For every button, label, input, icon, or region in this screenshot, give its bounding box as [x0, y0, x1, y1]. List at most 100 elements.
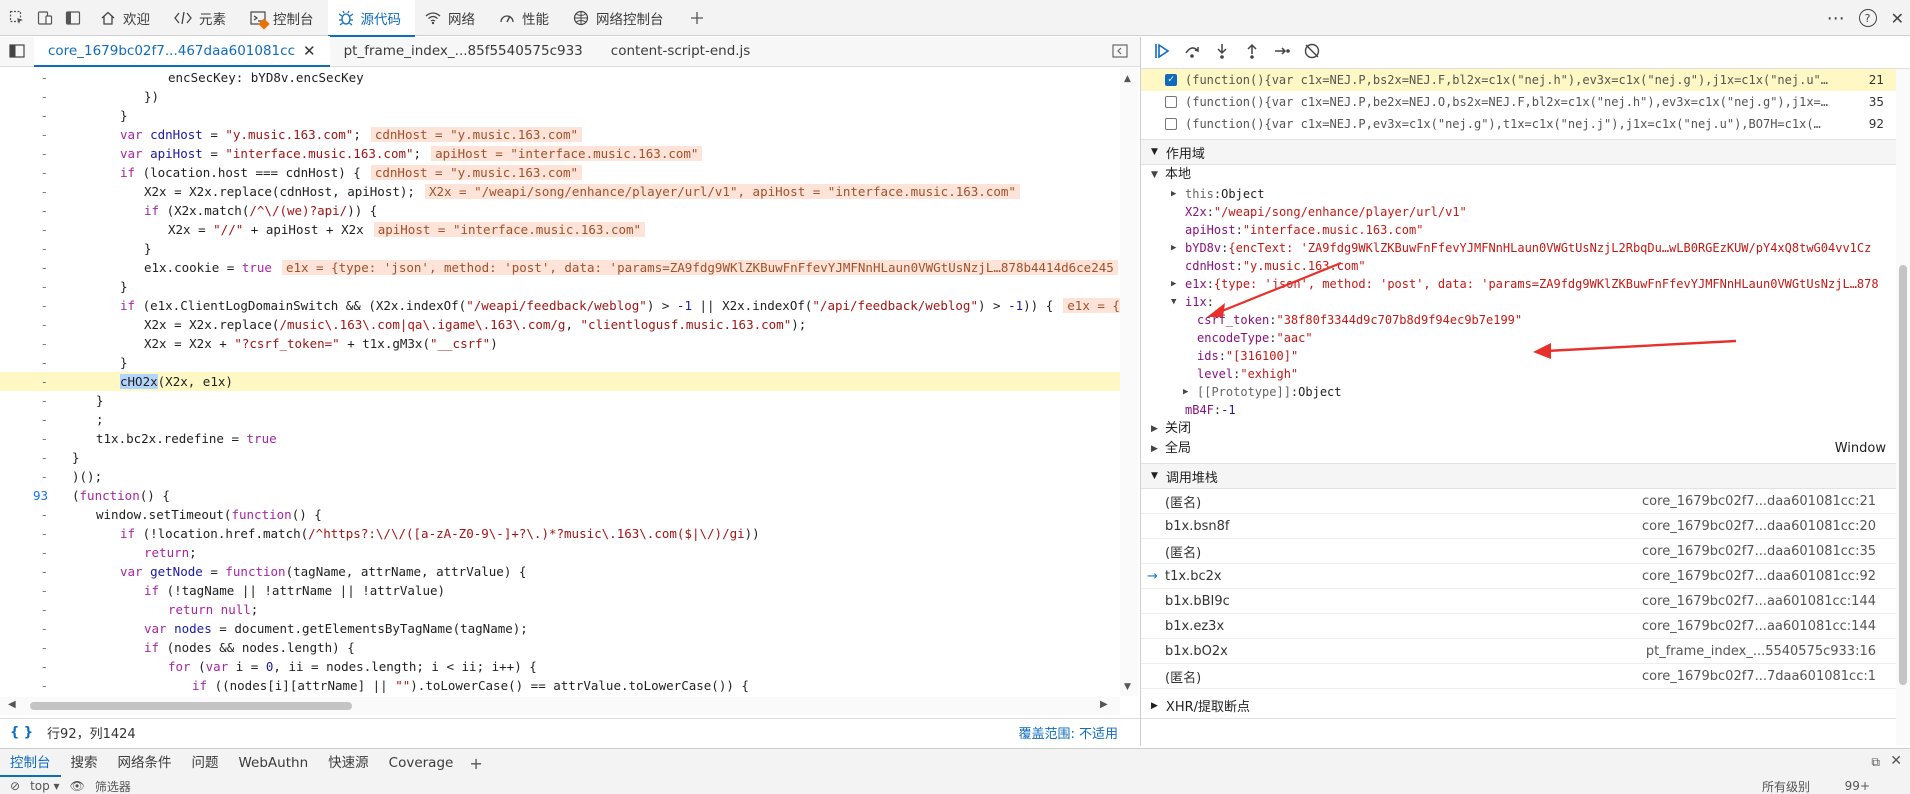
- code-line[interactable]: - X2x = X2x + "?csrf_token=" + t1x.gM3x("…: [0, 334, 1120, 353]
- frame-location[interactable]: core_1679bc02f7...daa601081cc:20: [1642, 519, 1876, 534]
- line-gutter[interactable]: -: [0, 277, 48, 296]
- log-levels-dropdown[interactable]: 所有级别: [1762, 778, 1810, 794]
- drawer-tab[interactable]: 网络条件: [108, 749, 182, 777]
- code-line[interactable]: - X2x = X2x.replace(/music\.163\.com|qa\.…: [0, 315, 1120, 334]
- line-gutter[interactable]: -: [0, 467, 48, 486]
- line-gutter[interactable]: -: [0, 581, 48, 600]
- scope-variable[interactable]: ▶ this: Object: [1141, 185, 1910, 203]
- scope-variable[interactable]: ▶ bYD8v: {encText: 'ZA9fdg9WKlZKBuwFnFfev…: [1141, 239, 1910, 257]
- code-line[interactable]: -}): [0, 87, 1120, 106]
- chevron-right-icon[interactable]: ▶: [1171, 239, 1185, 257]
- line-gutter[interactable]: -: [0, 676, 48, 695]
- scope-variable[interactable]: level: "exhigh": [1141, 365, 1910, 383]
- scope-local-group[interactable]: ▼ 本地: [1141, 165, 1910, 185]
- chevron-right-icon[interactable]: ▶: [1171, 185, 1185, 203]
- code-line[interactable]: - return;: [0, 543, 1120, 562]
- line-gutter[interactable]: -: [0, 163, 48, 182]
- scope-variable[interactable]: apiHost: "interface.music.163.com": [1141, 221, 1910, 239]
- add-tool-icon[interactable]: [686, 7, 708, 29]
- code-line[interactable]: - return null;: [0, 600, 1120, 619]
- callstack-frame[interactable]: b1x.ez3x core_1679bc02f7...aa601081cc:144: [1141, 614, 1910, 639]
- callstack-section-header[interactable]: ▼ 调用堆栈: [1141, 463, 1910, 489]
- drawer-tab[interactable]: Coverage: [379, 749, 464, 777]
- code-line[interactable]: - var apiHost = "interface.music.163.com"…: [0, 144, 1120, 163]
- code-line[interactable]: - if (location.host === cdnHost) {cdnHost…: [0, 163, 1120, 182]
- line-gutter[interactable]: -: [0, 201, 48, 220]
- frame-location[interactable]: core_1679bc02f7...aa601081cc:144: [1642, 594, 1876, 609]
- resume-icon[interactable]: [1153, 42, 1171, 63]
- code-editor[interactable]: - encSecKey: bYD8v.encSecKey -}) -} - var cdn…: [0, 68, 1120, 696]
- horizontal-scroll-thumb[interactable]: [30, 702, 352, 710]
- line-gutter[interactable]: -: [0, 410, 48, 429]
- code-line[interactable]: -}: [0, 106, 1120, 125]
- callstack-frame[interactable]: (匿名) core_1679bc02f7...daa601081cc:21: [1141, 489, 1910, 514]
- code-line[interactable]: - encSecKey: bYD8v.encSecKey: [0, 68, 1120, 87]
- chevron-right-icon[interactable]: ▶: [1171, 275, 1185, 293]
- code-line[interactable]: -;: [0, 410, 1120, 429]
- line-gutter[interactable]: -: [0, 562, 48, 581]
- callstack-frame[interactable]: (匿名) core_1679bc02f7...daa601081cc:35: [1141, 539, 1910, 564]
- step-icon[interactable]: [1273, 42, 1291, 63]
- code-line[interactable]: - var getNode = function(tagName, attrNam…: [0, 562, 1120, 581]
- code-line[interactable]: -}: [0, 277, 1120, 296]
- xhr-breakpoints-header[interactable]: ▶ XHR/提取断点: [1141, 693, 1910, 719]
- context-selector[interactable]: top ▾: [30, 779, 60, 793]
- frame-location[interactable]: core_1679bc02f7...daa601081cc:35: [1642, 544, 1876, 559]
- scope-variable[interactable]: cdnHost: "y.music.163.com": [1141, 257, 1910, 275]
- tab-home[interactable]: 欢迎: [90, 0, 164, 36]
- navigator-toggle-icon[interactable]: [0, 36, 34, 66]
- frame-location[interactable]: core_1679bc02f7...daa601081cc:92: [1642, 569, 1876, 584]
- drawer-tab[interactable]: 控制台: [0, 749, 61, 777]
- callstack-frame[interactable]: b1x.bO2x pt_frame_index_...5540575c933:16: [1141, 639, 1910, 664]
- scope-global-group[interactable]: ▶ 全局 Window: [1141, 439, 1910, 459]
- device-emulation-icon[interactable]: [34, 7, 56, 29]
- line-gutter[interactable]: -: [0, 524, 48, 543]
- callstack-frame[interactable]: b1x.bsn8f core_1679bc02f7...daa601081cc:2…: [1141, 514, 1910, 539]
- file-tab[interactable]: pt_frame_index_...85f5540575c933: [330, 36, 597, 66]
- deactivate-breakpoints-icon[interactable]: [1303, 42, 1321, 63]
- frame-location[interactable]: core_1679bc02f7...aa601081cc:144: [1642, 619, 1876, 634]
- drawer-tab[interactable]: 问题: [182, 749, 229, 777]
- code-line[interactable]: - cHO2x(X2x, e1x): [0, 372, 1120, 391]
- pretty-print-icon[interactable]: { }: [10, 725, 33, 740]
- close-drawer-icon[interactable]: ✕: [1890, 753, 1902, 769]
- code-line[interactable]: - var nodes = document.getElementsByTagNa…: [0, 619, 1120, 638]
- tab-console[interactable]: 控制台: [240, 0, 328, 36]
- breakpoint-item[interactable]: (function(){var c1x=NEJ.P,be2x=NEJ.O,bs2…: [1141, 91, 1910, 113]
- console-filter-input[interactable]: 筛选器: [95, 778, 131, 794]
- line-gutter[interactable]: -: [0, 296, 48, 315]
- scope-variable[interactable]: ▶ [[Prototype]]: Object: [1141, 383, 1910, 401]
- code-line[interactable]: - if (nodes && nodes.length) {: [0, 638, 1120, 657]
- line-gutter[interactable]: -: [0, 182, 48, 201]
- code-line[interactable]: - if ((nodes[i][attrName] || "").toLowerC…: [0, 676, 1120, 695]
- editor-vertical-scrollbar[interactable]: ▲ ▼: [1120, 68, 1138, 696]
- callstack-frame[interactable]: → t1x.bc2x core_1679bc02f7...daa601081cc:9…: [1141, 564, 1910, 589]
- line-gutter[interactable]: -: [0, 619, 48, 638]
- line-gutter[interactable]: -: [0, 125, 48, 144]
- sidebar-scrollbar[interactable]: [1896, 69, 1910, 745]
- frame-location[interactable]: pt_frame_index_...5540575c933:16: [1646, 644, 1876, 659]
- frame-location[interactable]: core_1679bc02f7...7daa601081cc:1: [1642, 669, 1876, 684]
- line-gutter[interactable]: -: [0, 353, 48, 372]
- drawer-tab[interactable]: 快速源: [318, 749, 379, 777]
- code-line[interactable]: -)();: [0, 467, 1120, 486]
- code-line[interactable]: -}: [0, 353, 1120, 372]
- close-tab-icon[interactable]: ✕: [303, 42, 316, 60]
- tab-performance[interactable]: 性能: [489, 0, 563, 36]
- drawer-tab[interactable]: WebAuthn: [229, 749, 319, 777]
- line-gutter[interactable]: -: [0, 391, 48, 410]
- code-line[interactable]: - if (!tagName || !attrName || !attrValue…: [0, 581, 1120, 600]
- line-gutter[interactable]: -: [0, 505, 48, 524]
- tab-code-tag[interactable]: 元素: [164, 0, 240, 36]
- line-gutter[interactable]: -: [0, 638, 48, 657]
- file-tab[interactable]: content-script-end.js: [597, 36, 765, 66]
- code-line[interactable]: - if (e1x.ClientLogDomainSwitch && (X2x.i…: [0, 296, 1120, 315]
- code-line[interactable]: - t1x.bc2x.redefine = true: [0, 429, 1120, 448]
- scope-closure-group[interactable]: ▶ 关闭: [1141, 419, 1910, 439]
- code-line[interactable]: -}: [0, 448, 1120, 467]
- close-devtools-icon[interactable]: ✕: [1891, 9, 1904, 28]
- chevron-down-icon[interactable]: ▼: [1171, 293, 1185, 311]
- chevron-right-icon[interactable]: ▶: [1183, 383, 1197, 401]
- scope-variable[interactable]: mB4F: -1: [1141, 401, 1910, 419]
- code-line[interactable]: - X2x = X2x.replace(cdnHost, apiHost); X2x…: [0, 182, 1120, 201]
